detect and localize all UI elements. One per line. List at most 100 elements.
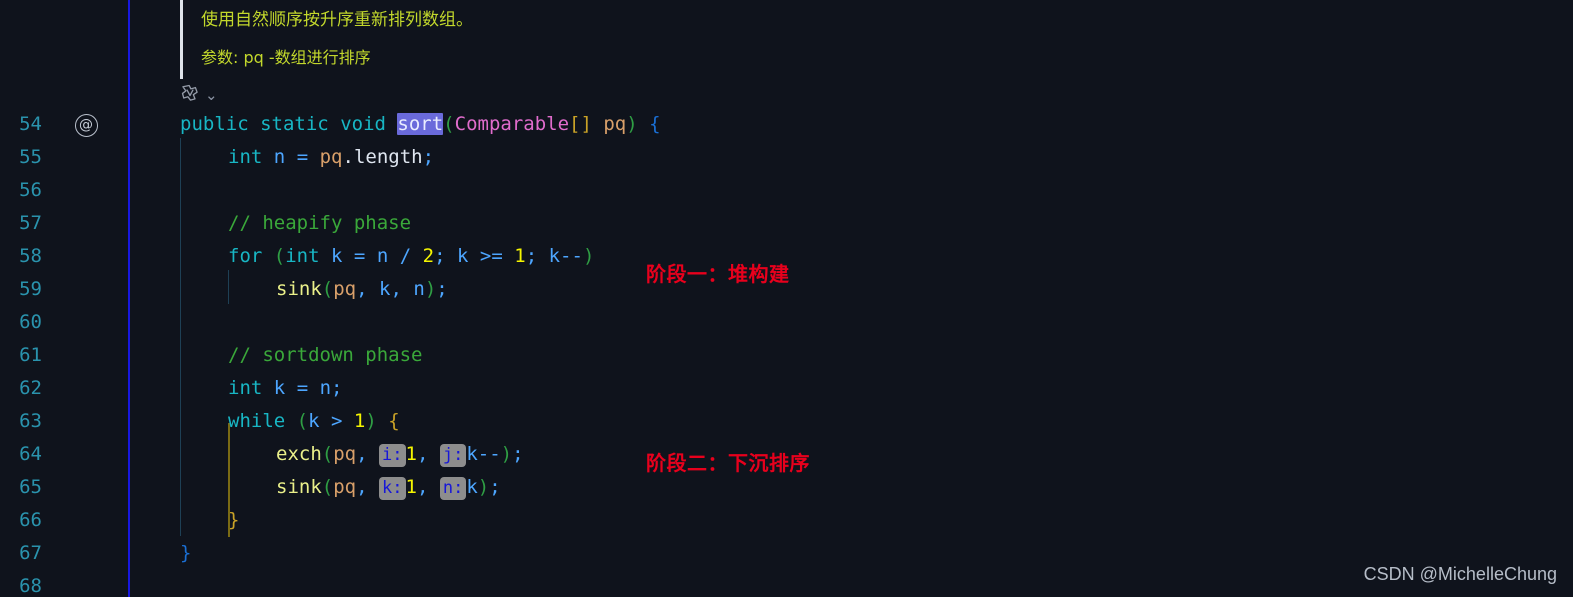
token-number: 1	[405, 476, 417, 498]
line-number: 61	[19, 344, 42, 366]
token-semicolon: ;	[331, 377, 343, 399]
token-operator: /	[399, 245, 412, 267]
token-semicolon: ;	[434, 245, 446, 267]
token-var: k--	[548, 245, 583, 267]
token-paren: )	[477, 476, 490, 498]
chevron-down-icon[interactable]: ⌄	[205, 87, 218, 103]
code-line-64[interactable]: exch(pq, i: 1, j: k--);	[276, 438, 524, 471]
inlay-param-hint-n[interactable]: n:	[439, 477, 467, 500]
token-param: pq	[333, 443, 357, 465]
javadoc-summary-line: 使用自然顺序按升序重新排列数组。	[201, 10, 473, 30]
inlay-param-hint-i[interactable]: i:	[379, 444, 406, 467]
token-operator: >=	[479, 245, 503, 267]
line-number: 60	[19, 311, 42, 333]
code-line-57-comment[interactable]: // heapify phase	[228, 207, 411, 240]
token-comma: ,	[356, 278, 368, 300]
watermark: CSDN @MichelleChung	[1363, 564, 1557, 584]
line-number: 63	[19, 410, 42, 432]
code-line-59[interactable]: sink(pq, k, n);	[276, 273, 448, 306]
token-bracket: []	[569, 113, 592, 135]
annotation-marker[interactable]: @	[72, 108, 100, 141]
token-number: 1	[514, 245, 526, 267]
token-comma: ,	[416, 476, 429, 498]
token-keyword: public	[180, 113, 249, 135]
line-number: 64	[19, 443, 42, 465]
code-editor-screenshot: 54 55 56 57 58 59 60 61 62 63 64 65 66 6…	[0, 0, 1573, 597]
token-param: pq	[319, 146, 343, 168]
code-lens-row[interactable]: ⌄	[180, 80, 218, 110]
code-line-58[interactable]: for (int k = n / 2; k >= 1; k--)	[228, 240, 594, 273]
line-number: 68	[19, 575, 42, 597]
token-comma: ,	[356, 476, 368, 498]
code-line-66[interactable]: }	[228, 504, 239, 537]
annotation-phase-two: 阶段二：下沉排序	[646, 451, 810, 475]
token-semicolon: ;	[489, 476, 501, 498]
token-field: length	[353, 146, 423, 168]
token-var: k--	[466, 443, 501, 465]
token-keyword: int	[285, 245, 320, 267]
token-param: pq	[603, 113, 627, 135]
token-var: k	[457, 245, 469, 267]
javadoc-param-line: 参数: pq -数组进行排序	[201, 48, 371, 67]
token-var: n	[319, 377, 332, 399]
indent-guide	[228, 270, 229, 304]
token-keyword: int	[228, 377, 263, 399]
inlay-param-hint-k[interactable]: k:	[379, 477, 406, 500]
selected-method-name[interactable]: sort	[397, 113, 444, 135]
token-var: k	[308, 410, 320, 432]
token-semicolon: ;	[525, 245, 538, 267]
code-line-61-comment[interactable]: // sortdown phase	[228, 339, 422, 372]
inlay-param-hint-j[interactable]: j:	[439, 444, 467, 467]
token-method: sink	[276, 476, 322, 498]
line-number: 57	[19, 212, 42, 234]
token-var: k	[466, 476, 478, 498]
token-method: exch	[276, 443, 322, 465]
vue-file-icon[interactable]	[180, 83, 200, 107]
token-keyword: int	[228, 146, 263, 168]
code-line-54[interactable]: public static void sort(Comparable[] pq)…	[180, 108, 661, 141]
token-var: k	[273, 377, 286, 399]
at-sign-icon: @	[74, 114, 98, 137]
token-semicolon: ;	[436, 278, 448, 300]
code-line-62[interactable]: int k = n;	[228, 372, 343, 405]
token-dot: .	[342, 146, 354, 168]
token-var: n	[273, 146, 286, 168]
code-line-55[interactable]: int n = pq.length;	[228, 141, 434, 174]
code-line-67[interactable]: }	[180, 537, 191, 570]
token-operator: =	[353, 245, 366, 267]
token-paren: )	[424, 278, 437, 300]
token-var: n	[376, 245, 389, 267]
line-number: 54	[19, 113, 42, 135]
line-number: 67	[19, 542, 42, 564]
token-semicolon: ;	[422, 146, 435, 168]
javadoc-comment-block: 使用自然顺序按升序重新排列数组。 参数: pq -数组进行排序	[180, 0, 700, 79]
code-content-area[interactable]: 使用自然顺序按升序重新排列数组。 参数: pq -数组进行排序 ⌄ public…	[132, 0, 1573, 597]
token-keyword: static	[260, 113, 329, 135]
token-paren: )	[582, 245, 595, 267]
code-line-63[interactable]: while (k > 1) {	[228, 405, 400, 438]
token-brace: {	[649, 113, 661, 135]
token-keyword: void	[340, 113, 386, 135]
line-number: 55	[19, 146, 42, 168]
line-number: 56	[19, 179, 42, 201]
token-paren: (	[321, 443, 334, 465]
token-var: k	[379, 278, 391, 300]
token-paren: (	[321, 278, 334, 300]
token-paren: (	[443, 113, 455, 135]
code-line-65[interactable]: sink(pq, k: 1, n: k);	[276, 471, 501, 504]
token-paren: )	[626, 113, 638, 135]
token-paren: (	[296, 410, 309, 432]
line-number: 62	[19, 377, 42, 399]
token-comma: ,	[356, 443, 368, 465]
token-comma: ,	[390, 278, 402, 300]
line-number-gutter: 54 55 56 57 58 59 60 61 62 63 64 65 66 6…	[0, 0, 130, 597]
token-type: Comparable	[454, 113, 570, 135]
indent-guide	[180, 138, 181, 536]
token-var: n	[413, 278, 425, 300]
token-paren: )	[365, 410, 377, 432]
token-keyword: while	[228, 410, 286, 432]
line-number: 66	[19, 509, 42, 531]
line-number: 59	[19, 278, 42, 300]
token-operator: =	[296, 146, 309, 168]
token-comma: ,	[416, 443, 429, 465]
